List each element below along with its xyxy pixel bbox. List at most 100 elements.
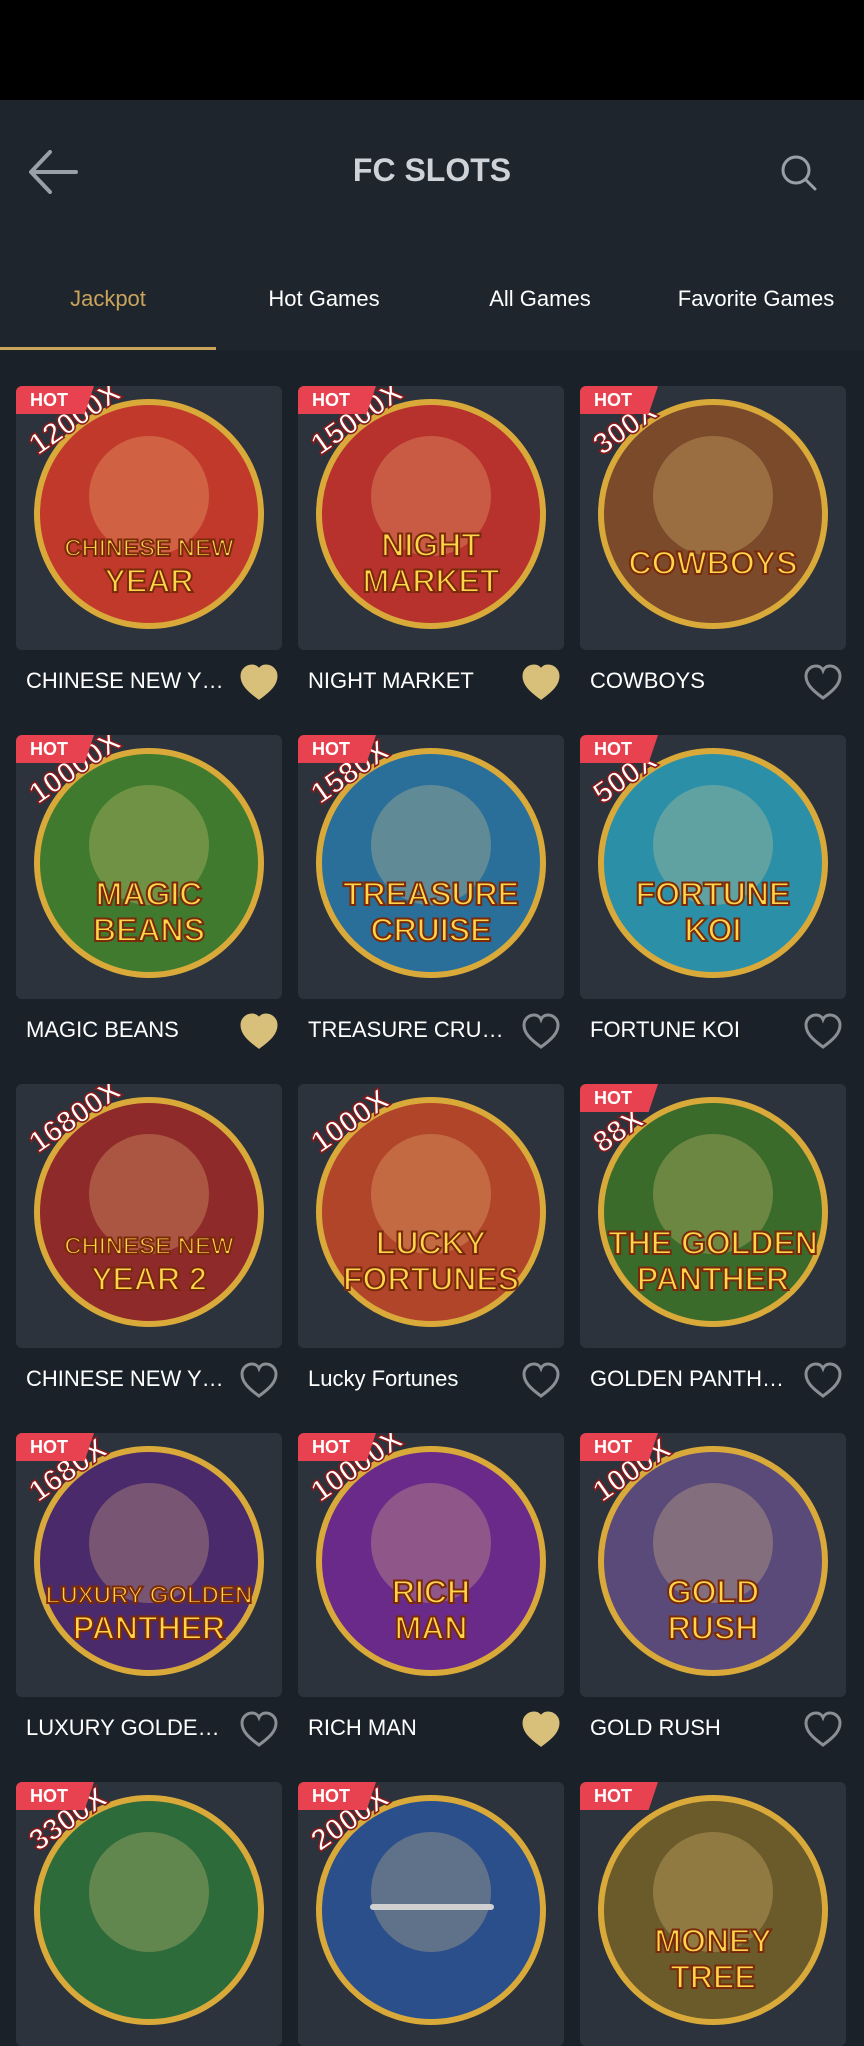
game-art-title: MAN	[395, 1610, 468, 1646]
game-thumbnail[interactable]: 3300X HOT	[16, 1782, 282, 2046]
game-card[interactable]: 1680X LUXURY GOLDEN PANTHER HOT LUXURY GOLDE…	[16, 1433, 282, 1747]
status-bar	[0, 0, 864, 100]
hot-badge: HOT	[580, 1084, 658, 1112]
tab-label: Jackpot	[70, 286, 146, 311]
favorite-button[interactable]	[802, 1709, 844, 1751]
game-name: FORTUNE KOI	[590, 1017, 740, 1042]
favorite-button[interactable]	[802, 1360, 844, 1402]
game-thumbnail[interactable]: 10000X RICH MAN HOT	[298, 1433, 564, 1697]
search-icon	[781, 155, 817, 191]
game-card[interactable]: 1000X GOLD RUSH HOT GOLD RUSH	[580, 1433, 846, 1747]
game-thumbnail[interactable]: 12000X CHINESE NEW YEAR HOT	[16, 386, 282, 650]
game-artwork: 1680XLUXURY GOLDENPANTHER	[22, 1433, 264, 1676]
game-artwork: 1580XTREASURECRUISE	[304, 735, 546, 978]
game-card[interactable]: 10000X MAGIC BEANS HOT MAGIC BEANS	[16, 735, 282, 1049]
game-card[interactable]: 16800X CHINESE NEW YEAR 2 CHINESE NEW YE...	[16, 1084, 282, 1398]
game-art-title: MARKET	[363, 563, 500, 599]
game-thumbnail[interactable]: 1580X TREASURE CRUISE HOT	[298, 735, 564, 999]
heart-icon	[804, 664, 842, 700]
game-art-title: NIGHT	[381, 527, 481, 563]
game-thumbnail[interactable]: 16800X CHINESE NEW YEAR 2	[16, 1084, 282, 1348]
game-thumbnail[interactable]: 500X FORTUNE KOI HOT	[580, 735, 846, 999]
game-artwork: 16800XCHINESE NEWYEAR 2	[22, 1084, 264, 1327]
game-name: RICH MAN	[308, 1715, 417, 1740]
favorite-button[interactable]	[238, 1709, 280, 1751]
game-card[interactable]: 3300X HOT	[16, 1782, 282, 2046]
search-button[interactable]	[776, 150, 822, 196]
game-art-title: TREE	[670, 1959, 755, 1995]
game-thumbnail[interactable]: 10000X MAGIC BEANS HOT	[16, 735, 282, 999]
game-artwork: 88XTHE GOLDENPANTHER	[586, 1097, 828, 1327]
game-card[interactable]: 300X COWBOYS HOT COWBOYS	[580, 386, 846, 700]
tab-favorite-games[interactable]: Favorite Games	[648, 270, 864, 350]
game-art-title: FORTUNES	[343, 1261, 519, 1297]
favorite-button[interactable]	[520, 1011, 562, 1053]
game-card[interactable]: 1000X LUCKY FORTUNES Lucky Fortunes	[298, 1084, 564, 1398]
heart-icon	[522, 1362, 560, 1398]
game-art-title: GOLD	[667, 1574, 759, 1610]
hot-badge: HOT	[298, 386, 376, 414]
game-art-title: PANTHER	[73, 1610, 225, 1646]
heart-icon	[522, 1711, 560, 1747]
game-art-title: PANTHER	[637, 1261, 789, 1297]
game-name: TREASURE CRUISE	[308, 1017, 508, 1042]
home-indicator[interactable]	[370, 1904, 494, 1910]
game-artwork: 3300X	[22, 1782, 264, 2025]
game-card[interactable]: 12000X CHINESE NEW YEAR HOT CHINESE NEW YE..…	[16, 386, 282, 700]
hot-badge: HOT	[298, 1433, 376, 1461]
hot-badge: HOT	[298, 735, 376, 763]
tab-jackpot[interactable]: Jackpot	[0, 270, 216, 350]
game-art-title: CHINESE NEW	[64, 1233, 234, 1260]
game-art-title: COWBOYS	[629, 545, 798, 581]
favorite-button[interactable]	[802, 662, 844, 704]
game-name: Lucky Fortunes	[308, 1366, 459, 1391]
favorite-button[interactable]	[238, 662, 280, 704]
game-name: LUXURY GOLDEN ...	[26, 1715, 226, 1740]
game-card[interactable]: MONEY TREE HOT	[580, 1782, 846, 2046]
heart-icon	[804, 1362, 842, 1398]
game-thumbnail[interactable]: 300X COWBOYS HOT	[580, 386, 846, 650]
game-card[interactable]: 2000X HOT	[298, 1782, 564, 2046]
game-card[interactable]: 10000X RICH MAN HOT RICH MAN	[298, 1433, 564, 1747]
game-name: CHINESE NEW YE...	[26, 1366, 226, 1391]
heart-icon	[240, 1013, 278, 1049]
game-artwork: MONEYTREE	[598, 1795, 828, 2025]
game-card[interactable]: 15000X NIGHT MARKET HOT NIGHT MARKET	[298, 386, 564, 700]
heart-icon	[240, 664, 278, 700]
heart-icon	[522, 664, 560, 700]
game-artwork: 300XCOWBOYS	[586, 394, 828, 629]
favorite-button[interactable]	[802, 1011, 844, 1053]
game-name: COWBOYS	[590, 668, 705, 693]
game-card[interactable]: 88X THE GOLDEN PANTHER HOT GOLDEN PANTHER	[580, 1084, 846, 1398]
tab-label: Hot Games	[268, 286, 380, 311]
game-art-title: FORTUNE	[636, 876, 791, 912]
heart-icon	[240, 1711, 278, 1747]
game-artwork: 12000XCHINESE NEWYEAR	[22, 386, 264, 629]
game-thumbnail[interactable]: 2000X HOT	[298, 1782, 564, 2046]
tab-all-games[interactable]: All Games	[432, 270, 648, 350]
favorite-button[interactable]	[520, 1360, 562, 1402]
game-card[interactable]: 500X FORTUNE KOI HOT FORTUNE KOI	[580, 735, 846, 1049]
game-thumbnail[interactable]: 1000X LUCKY FORTUNES	[298, 1084, 564, 1348]
game-artwork: 1000XGOLDRUSH	[586, 1433, 828, 1676]
game-thumbnail[interactable]: 1000X GOLD RUSH HOT	[580, 1433, 846, 1697]
favorite-button[interactable]	[238, 1011, 280, 1053]
game-card[interactable]: 1580X TREASURE CRUISE HOT TREASURE CRUISE	[298, 735, 564, 1049]
game-thumbnail[interactable]: 1680X LUXURY GOLDEN PANTHER HOT	[16, 1433, 282, 1697]
hot-badge: HOT	[16, 1782, 94, 1810]
game-thumbnail[interactable]: MONEY TREE HOT	[580, 1782, 846, 2046]
game-thumbnail[interactable]: 88X THE GOLDEN PANTHER HOT	[580, 1084, 846, 1348]
game-art-title: CRUISE	[371, 912, 492, 948]
game-art-title: MONEY	[654, 1923, 771, 1959]
favorite-button[interactable]	[520, 1709, 562, 1751]
heart-icon	[522, 1013, 560, 1049]
favorite-button[interactable]	[520, 662, 562, 704]
favorite-button[interactable]	[238, 1360, 280, 1402]
game-thumbnail[interactable]: 15000X NIGHT MARKET HOT	[298, 386, 564, 650]
game-name: NIGHT MARKET	[308, 668, 474, 693]
game-art-title: RUSH	[668, 1610, 759, 1646]
game-artwork: 500XFORTUNEKOI	[586, 743, 828, 978]
game-artwork: 10000XRICHMAN	[304, 1433, 546, 1676]
tab-hot-games[interactable]: Hot Games	[216, 270, 432, 350]
game-art-title: LUXURY GOLDEN	[46, 1582, 253, 1609]
